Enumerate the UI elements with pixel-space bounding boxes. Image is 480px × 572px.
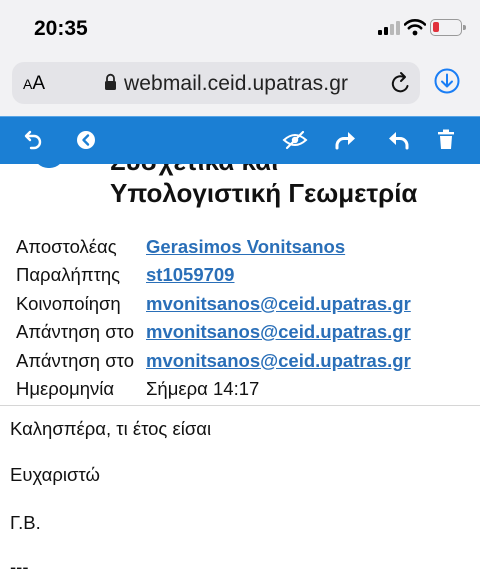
date-value: Σήμερα 14:17: [146, 377, 260, 399]
header-divider: [0, 405, 480, 406]
status-time: 20:35: [34, 17, 88, 40]
sender-link[interactable]: Gerasimos Vonitsanos: [146, 236, 345, 258]
header-label: Αποστολέας: [16, 236, 117, 257]
delete-icon[interactable]: [436, 129, 456, 151]
body-line: Γ.Β.: [10, 512, 41, 533]
reply-icon[interactable]: [386, 129, 410, 151]
hide-icon[interactable]: [282, 129, 308, 151]
cellular-signal-icon: [378, 21, 400, 35]
previous-message-icon[interactable]: [76, 129, 96, 151]
subject-line-2: Υπολογιστική Γεωμετρία: [110, 178, 418, 208]
reader-settings-button[interactable]: AA: [23, 73, 45, 95]
header-label: Απάντηση στο: [16, 321, 134, 343]
mail-toolbar: [0, 116, 480, 164]
forward-icon[interactable]: [334, 129, 358, 151]
status-bar: 20:35: [0, 0, 480, 56]
wifi-icon: [404, 19, 426, 36]
reply-to-link[interactable]: mvonitsanos@ceid.upatras.gr: [146, 350, 411, 372]
browser-address-bar: AA webmail.ceid.upatras.gr: [0, 56, 480, 116]
address-field[interactable]: AA webmail.ceid.upatras.gr: [12, 62, 420, 104]
subject-icon: [34, 164, 64, 168]
header-label: Απάντηση στο: [16, 349, 134, 371]
cc-link[interactable]: mvonitsanos@ceid.upatras.gr: [146, 293, 411, 315]
header-label: Παραλήπτης: [16, 264, 121, 286]
body-line: Καλησπέρα, τι έτος είσαι: [10, 418, 212, 439]
url-text[interactable]: webmail.ceid.upatras.gr: [124, 72, 348, 96]
body-line: Ευχαριστώ: [10, 464, 100, 485]
message-subject: Συσχετικά και Υπολογιστική Γεωμετρία: [0, 164, 480, 216]
back-icon[interactable]: [24, 129, 44, 151]
battery-icon: [430, 19, 466, 36]
header-label: Ημερομηνία: [16, 377, 115, 399]
lock-icon: [105, 73, 116, 90]
reply-to-link[interactable]: mvonitsanos@ceid.upatras.gr: [146, 321, 411, 343]
subject-line-1: Συσχετικά και: [110, 164, 278, 177]
header-label: Κοινοποίηση: [16, 292, 121, 314]
downloads-icon[interactable]: [434, 68, 460, 94]
reload-icon[interactable]: [390, 71, 412, 95]
body-line: ---: [10, 556, 29, 572]
recipient-link[interactable]: st1059709: [146, 264, 234, 286]
